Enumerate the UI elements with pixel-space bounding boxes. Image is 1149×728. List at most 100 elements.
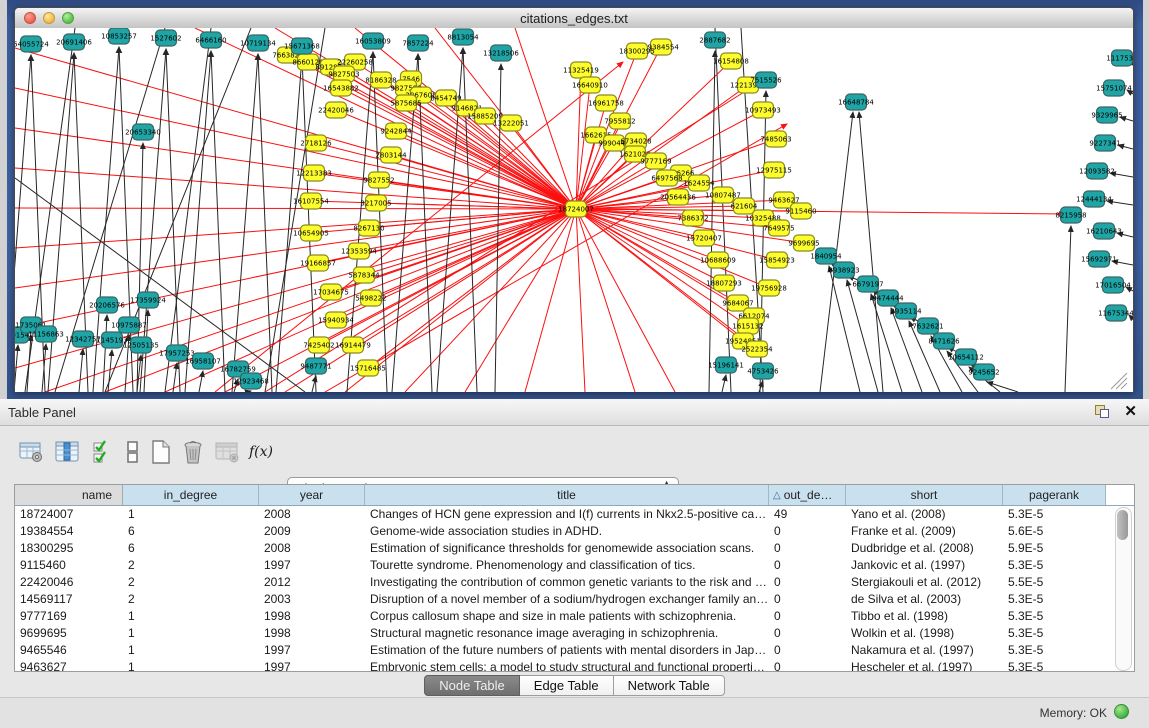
function-builder-icon[interactable]: f(x): [248, 439, 274, 465]
unselect-all-icon[interactable]: [120, 439, 146, 465]
table-settings-icon[interactable]: [18, 439, 44, 465]
table-scrollbar-thumb[interactable]: [1117, 510, 1128, 540]
table-cell[interactable]: 0: [769, 625, 846, 642]
table-cell[interactable]: 1: [123, 608, 259, 625]
table-cell[interactable]: 0: [769, 659, 846, 672]
table-cell[interactable]: 9115460: [15, 557, 123, 574]
table-cell[interactable]: 6: [123, 523, 259, 540]
table-cell[interactable]: Wolkin et al. (1998): [846, 625, 1003, 642]
table-cell[interactable]: 0: [769, 591, 846, 608]
table-cell[interactable]: 2: [123, 591, 259, 608]
select-column-icon[interactable]: [54, 439, 80, 465]
table-cell[interactable]: Tibbo et al. (1998): [846, 608, 1003, 625]
table-cell[interactable]: de Silva et al. (2003): [846, 591, 1003, 608]
table-cell[interactable]: 9463627: [15, 659, 123, 672]
table-cell[interactable]: 1: [123, 506, 259, 523]
table-cell[interactable]: 14569117: [15, 591, 123, 608]
column-header-out_de[interactable]: △out_de…: [769, 485, 846, 505]
select-all-icon[interactable]: [90, 439, 116, 465]
table-cell[interactable]: 2009: [259, 523, 365, 540]
column-header-pagerank[interactable]: pagerank: [1003, 485, 1106, 505]
column-header-name[interactable]: name: [15, 485, 123, 505]
table-cell[interactable]: Corpus callosum shape and size in male p…: [365, 608, 769, 625]
table-cell[interactable]: Yano et al. (2008): [846, 506, 1003, 523]
network-window-titlebar[interactable]: citations_edges.txt: [15, 8, 1133, 29]
table-row[interactable]: 1456911722003Disruption of a novel membe…: [15, 591, 1134, 608]
table-cell[interactable]: 5.9E-5: [1003, 540, 1106, 557]
table-cell[interactable]: 0: [769, 523, 846, 540]
table-cell[interactable]: Jankovic et al. (1997): [846, 557, 1003, 574]
table-cell[interactable]: 9699695: [15, 625, 123, 642]
table-cell[interactable]: Franke et al. (2009): [846, 523, 1003, 540]
column-header-in_degree[interactable]: in_degree: [123, 485, 259, 505]
table-cell[interactable]: 0: [769, 608, 846, 625]
table-cell[interactable]: 1998: [259, 625, 365, 642]
table-cell[interactable]: Embryonic stem cells: a model to study s…: [365, 659, 769, 672]
table-cell[interactable]: Estimation of the future numbers of pati…: [365, 642, 769, 659]
table-cell[interactable]: 49: [769, 506, 846, 523]
new-file-icon[interactable]: [148, 439, 174, 465]
table-cell[interactable]: 1: [123, 642, 259, 659]
table-cell[interactable]: 0: [769, 557, 846, 574]
delete-icon[interactable]: [180, 439, 206, 465]
table-cell[interactable]: 2: [123, 574, 259, 591]
table-cell[interactable]: 1997: [259, 642, 365, 659]
table-cell[interactable]: Hescheler et al. (1997): [846, 659, 1003, 672]
table-cell[interactable]: Investigating the contribution of common…: [365, 574, 769, 591]
column-header-year[interactable]: year: [259, 485, 365, 505]
table-cell[interactable]: 5.3E-5: [1003, 557, 1106, 574]
column-header-title[interactable]: title: [365, 485, 769, 505]
table-cell[interactable]: Nakamura et al. (1997): [846, 642, 1003, 659]
tab-node-table[interactable]: Node Table: [424, 675, 520, 696]
table-cell[interactable]: 5.5E-5: [1003, 574, 1106, 591]
table-cell[interactable]: 0: [769, 574, 846, 591]
table-cell[interactable]: 1: [123, 659, 259, 672]
table-cell[interactable]: 5.3E-5: [1003, 625, 1106, 642]
table-cell[interactable]: Dudbridge et al. (2008): [846, 540, 1003, 557]
table-cell[interactable]: 1997: [259, 557, 365, 574]
table-row[interactable]: 946362711997Embryonic stem cells: a mode…: [15, 659, 1134, 672]
table-cell[interactable]: 2008: [259, 506, 365, 523]
table-cell[interactable]: 1: [123, 625, 259, 642]
table-scrollbar[interactable]: [1115, 507, 1132, 671]
table-row[interactable]: 2242004622012Investigating the contribut…: [15, 574, 1134, 591]
table-cell[interactable]: 22420046: [15, 574, 123, 591]
tab-edge-table[interactable]: Edge Table: [520, 675, 614, 696]
table-cell[interactable]: Structural magnetic resonance image aver…: [365, 625, 769, 642]
table-cell[interactable]: 18724007: [15, 506, 123, 523]
table-cell[interactable]: 0: [769, 642, 846, 659]
table-cell[interactable]: Changes of HCN gene expression and I(f) …: [365, 506, 769, 523]
network-window[interactable]: citations_edges.txt 18724007766382286601…: [14, 7, 1134, 392]
table-cell[interactable]: 9777169: [15, 608, 123, 625]
table-row[interactable]: 969969511998Structural magnetic resonanc…: [15, 625, 1134, 642]
table-cell[interactable]: 5.3E-5: [1003, 659, 1106, 672]
table-row[interactable]: 1938455462009Genome-wide association stu…: [15, 523, 1134, 540]
table-cell[interactable]: 19384554: [15, 523, 123, 540]
table-row[interactable]: 1830029562008Estimation of significance …: [15, 540, 1134, 557]
table-cell[interactable]: 0: [769, 540, 846, 557]
table-cell[interactable]: 2012: [259, 574, 365, 591]
table-cell[interactable]: Genome-wide association studies in ADHD.: [365, 523, 769, 540]
tab-network-table[interactable]: Network Table: [614, 675, 725, 696]
table-cell[interactable]: 6: [123, 540, 259, 557]
table-cell[interactable]: 5.3E-5: [1003, 608, 1106, 625]
table-cell[interactable]: 5.3E-5: [1003, 506, 1106, 523]
table-cell[interactable]: 2008: [259, 540, 365, 557]
table-cell[interactable]: 5.3E-5: [1003, 642, 1106, 659]
table-cell[interactable]: 2003: [259, 591, 365, 608]
table-cell[interactable]: Disruption of a novel member of a sodium…: [365, 591, 769, 608]
table-cell[interactable]: 1997: [259, 659, 365, 672]
table-row[interactable]: 946554611997Estimation of the future num…: [15, 642, 1134, 659]
table-cell[interactable]: 5.6E-5: [1003, 523, 1106, 540]
table-cell[interactable]: Stergiakouli et al. (2012): [846, 574, 1003, 591]
table-cell[interactable]: Estimation of significance thresholds fo…: [365, 540, 769, 557]
table-cell[interactable]: Tourette syndrome. Phenomenology and cla…: [365, 557, 769, 574]
import-table-icon[interactable]: [214, 439, 240, 465]
table-cell[interactable]: 9465546: [15, 642, 123, 659]
table-row[interactable]: 1872400712008Changes of HCN gene express…: [15, 506, 1134, 523]
column-header-short[interactable]: short: [846, 485, 1003, 505]
table-row[interactable]: 977716911998Corpus callosum shape and si…: [15, 608, 1134, 625]
table-cell[interactable]: 5.3E-5: [1003, 591, 1106, 608]
table-row[interactable]: 911546021997Tourette syndrome. Phenomeno…: [15, 557, 1134, 574]
table-cell[interactable]: 1998: [259, 608, 365, 625]
